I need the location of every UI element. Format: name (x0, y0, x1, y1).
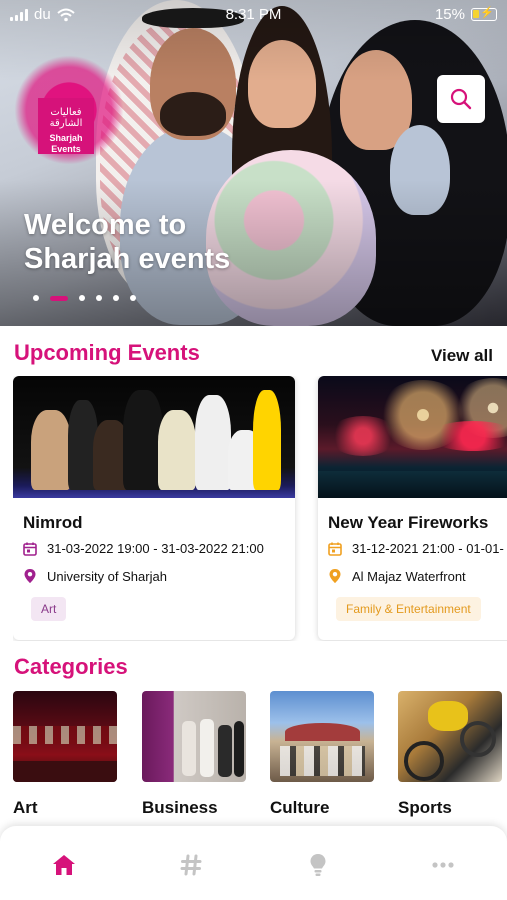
status-bar: du 8:31 PM 15% ⚡ (0, 0, 507, 28)
category-image (398, 691, 502, 782)
search-icon (450, 88, 472, 110)
event-date-row: 31-03-2022 19:00 - 31-03-2022 21:00 (23, 541, 264, 556)
category-label: Culture (270, 798, 330, 817)
category-art[interactable]: Art (13, 691, 117, 818)
event-image (13, 376, 295, 498)
category-label: Sports (398, 798, 452, 817)
carousel-dot[interactable] (113, 295, 119, 301)
category-label: Art (13, 798, 38, 817)
event-title: Nimrod (23, 513, 83, 532)
hero-carousel[interactable]: فعاليات الشارقة Sharjah Events Welcome t… (0, 0, 507, 326)
event-location-row: University of Sharjah (23, 568, 167, 584)
carousel-indicator[interactable] (33, 295, 136, 301)
category-culture[interactable]: Culture (270, 691, 374, 818)
category-label: Business (142, 798, 218, 817)
home-icon (53, 855, 75, 875)
view-all-link[interactable]: View all (431, 346, 493, 366)
event-location-row: Al Majaz Waterfront (328, 568, 466, 584)
hashtag-icon (180, 854, 202, 876)
search-button[interactable] (437, 75, 485, 123)
event-category-tag[interactable]: Art (31, 597, 67, 621)
sharjah-events-logo: فعاليات الشارقة Sharjah Events (38, 98, 94, 154)
event-location: University of Sharjah (47, 568, 167, 584)
event-image (318, 376, 507, 498)
lightbulb-icon (310, 854, 326, 876)
upcoming-events-title: Upcoming Events (14, 340, 200, 365)
category-image (13, 691, 117, 782)
event-card[interactable]: Nimrod 31-03-2022 19:00 - 31-03-2022 21:… (13, 376, 295, 640)
tab-ideas[interactable] (303, 850, 333, 880)
calendar-icon (23, 542, 37, 556)
carousel-dot-active[interactable] (50, 295, 68, 301)
tab-hashtag[interactable] (176, 850, 206, 880)
category-sports[interactable]: Sports (398, 691, 502, 818)
categories-list[interactable]: Art Business Culture Sports (13, 691, 507, 821)
battery-percent: 15% (434, 6, 465, 23)
location-pin-icon (24, 569, 36, 583)
app-screen: فعاليات الشارقة Sharjah Events Welcome t… (0, 0, 507, 900)
carousel-dot[interactable] (96, 295, 102, 301)
event-location: Al Majaz Waterfront (352, 568, 466, 584)
event-title: New Year Fireworks (328, 513, 489, 532)
event-datetime: 31-03-2022 19:00 - 31-03-2022 21:00 (47, 541, 264, 556)
carousel-dot[interactable] (79, 295, 85, 301)
event-category-tag[interactable]: Family & Entertainment (336, 597, 481, 621)
event-datetime: 31-12-2021 21:00 - 01-01- (352, 541, 504, 556)
category-image (142, 691, 246, 782)
carousel-dot[interactable] (33, 295, 39, 301)
event-card[interactable]: New Year Fireworks 31-12-2021 21:00 - 01… (318, 376, 507, 640)
calendar-icon (328, 542, 342, 556)
bottom-tab-bar (0, 826, 507, 900)
categories-title: Categories (14, 654, 128, 679)
status-time: 8:31 PM (225, 6, 282, 23)
category-image (270, 691, 374, 782)
tab-home[interactable] (49, 850, 79, 880)
battery-icon: ⚡ (471, 7, 497, 21)
event-date-row: 31-12-2021 21:00 - 01-01- (328, 541, 504, 556)
events-carousel[interactable]: Nimrod 31-03-2022 19:00 - 31-03-2022 21:… (13, 376, 507, 641)
hero-title: Welcome to Sharjah events (24, 209, 231, 275)
carousel-dot[interactable] (130, 295, 136, 301)
more-icon (432, 862, 454, 868)
tab-more[interactable] (428, 850, 458, 880)
location-pin-icon (329, 569, 341, 583)
category-business[interactable]: Business (142, 691, 246, 818)
